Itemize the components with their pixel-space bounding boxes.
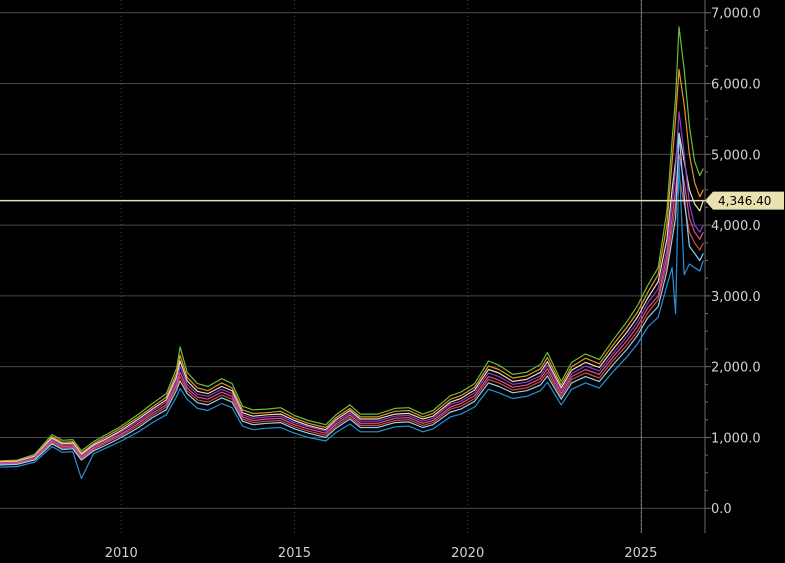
x-tick-label: 2025 [624, 546, 657, 561]
chart-background [0, 0, 785, 563]
x-tick-label: 2015 [278, 546, 311, 561]
y-tick-label: 5,000.0 [711, 148, 761, 163]
y-tick-label: 2,000.0 [711, 361, 761, 376]
y-tick-label: 3,000.0 [711, 290, 761, 305]
y-tick-label: 7,000.0 [711, 7, 761, 22]
x-tick-label: 2020 [451, 546, 484, 561]
x-tick-label: 2010 [105, 546, 138, 561]
y-tick-label: 0.0 [711, 502, 732, 517]
price-chart[interactable]: 4,346.40 0.0 1,000.0 2,000.0 3,000.0 4,000.0… [0, 0, 785, 563]
y-tick-label: 4,000.0 [711, 219, 761, 234]
y-tick-label: 1,000.0 [711, 431, 761, 446]
y-tick-label: 6,000.0 [711, 78, 761, 93]
last-price-label: 4,346.40 [718, 194, 771, 208]
